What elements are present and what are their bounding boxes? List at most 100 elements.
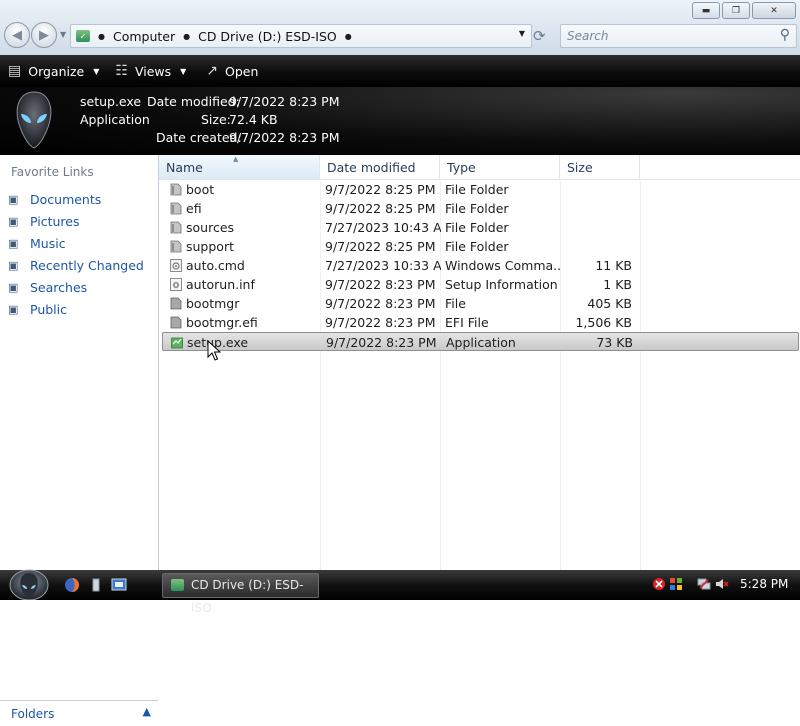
file-type: File Folder bbox=[445, 239, 509, 254]
switch-windows-icon[interactable] bbox=[111, 577, 127, 593]
pictures-icon: ▣ bbox=[8, 215, 19, 228]
file-type: Windows Comma... bbox=[445, 258, 560, 273]
firefox-icon[interactable] bbox=[64, 577, 80, 593]
sidebar-item-searches[interactable]: ▣ Searches bbox=[8, 276, 144, 298]
drive-icon: ✓ bbox=[76, 30, 90, 42]
file-date-modified: 9/7/2022 8:23 PM bbox=[326, 335, 437, 350]
organize-label: Organize bbox=[28, 63, 85, 79]
file-type: File Folder bbox=[445, 182, 509, 197]
search-icon[interactable]: ⚲ bbox=[780, 27, 790, 43]
sidebar-item-label: Documents bbox=[30, 191, 102, 207]
refresh-icon[interactable]: ⟳ bbox=[533, 27, 546, 45]
details-size-value: 72.4 KB bbox=[229, 112, 278, 127]
forward-button[interactable]: ▶ bbox=[31, 22, 57, 48]
file-date-modified: 9/7/2022 8:25 PM bbox=[325, 201, 436, 216]
show-desktop-icon[interactable] bbox=[88, 577, 104, 593]
file-row[interactable]: auto.cmd 7/27/2023 10:33 AM Windows Comma.… bbox=[162, 256, 799, 275]
volume-muted-icon[interactable] bbox=[715, 577, 729, 591]
details-modified-value: 9/7/2022 8:23 PM bbox=[229, 94, 340, 109]
sidebar-item-documents[interactable]: ▣ Documents bbox=[8, 188, 144, 210]
address-bar[interactable]: ✓ ● Computer ● CD Drive (D:) ESD-ISO ● ▼ bbox=[70, 24, 532, 48]
search-box[interactable]: Search ⚲ bbox=[560, 24, 797, 48]
folder-icon bbox=[170, 202, 182, 215]
taskbar-button-cd-drive[interactable]: CD Drive (D:) ESD-ISO bbox=[162, 573, 319, 615]
file-date-modified: 7/27/2023 10:43 AM bbox=[325, 220, 441, 235]
back-button[interactable]: ◀ bbox=[4, 22, 30, 48]
sort-ascending-icon: ▲ bbox=[233, 155, 239, 163]
file-date-modified: 9/7/2022 8:23 PM bbox=[325, 296, 436, 311]
details-file-name: setup.exe bbox=[80, 94, 142, 109]
open-button[interactable]: ↗ Open bbox=[194, 55, 266, 87]
documents-icon: ▣ bbox=[8, 193, 19, 206]
column-header-label: Date modified bbox=[327, 160, 416, 175]
title-bar: ▬ ❐ ✕ ◀ ▶ ▼ ✓ ● Computer ● CD Drive (D:)… bbox=[0, 0, 800, 55]
column-header-type[interactable]: Type bbox=[440, 155, 560, 179]
breadcrumb-computer[interactable]: Computer bbox=[113, 29, 175, 44]
open-icon: ↗ bbox=[206, 63, 219, 79]
sidebar-item-music[interactable]: ▣ Music bbox=[8, 232, 144, 254]
search-placeholder: Search bbox=[567, 29, 609, 43]
address-dropdown-icon[interactable]: ▼ bbox=[519, 29, 525, 38]
file-name: bootmgr.efi bbox=[186, 315, 258, 330]
file-name: boot bbox=[186, 182, 215, 197]
file-date-modified: 9/7/2022 8:23 PM bbox=[325, 277, 436, 292]
sidebar-item-label: Recently Changed bbox=[30, 257, 144, 273]
file-date-modified: 9/7/2022 8:25 PM bbox=[325, 239, 436, 254]
alien-file-icon bbox=[16, 91, 52, 149]
network-icon[interactable] bbox=[697, 577, 711, 591]
minimize-button[interactable]: ▬ bbox=[692, 2, 720, 19]
file-row[interactable]: setup.exe 9/7/2022 8:23 PM Application 73 K… bbox=[162, 332, 799, 351]
column-header-label: Name bbox=[166, 160, 203, 175]
favorite-links-heading: Favorite Links bbox=[11, 165, 94, 179]
file-name: autorun.inf bbox=[186, 277, 255, 292]
column-header-size[interactable]: Size bbox=[560, 155, 640, 179]
maximize-button[interactable]: ❐ bbox=[722, 2, 750, 19]
file-date-modified: 7/27/2023 10:33 AM bbox=[325, 258, 441, 273]
sidebar-item-recently-changed[interactable]: ▣ Recently Changed bbox=[8, 254, 144, 276]
file-size: 11 KB bbox=[595, 258, 632, 273]
file-row[interactable]: sources 7/27/2023 10:43 AM File Folder bbox=[162, 218, 799, 237]
recently-changed-icon: ▣ bbox=[8, 259, 19, 272]
windows-update-icon[interactable] bbox=[669, 577, 683, 591]
file-row[interactable]: efi 9/7/2022 8:25 PM File Folder bbox=[162, 199, 799, 218]
file-size bbox=[565, 218, 632, 237]
close-button[interactable]: ✕ bbox=[752, 2, 796, 19]
drive-icon bbox=[171, 579, 184, 591]
file-size: 73 KB bbox=[596, 335, 633, 350]
folders-toggle[interactable]: Folders ▲ bbox=[0, 700, 158, 726]
details-created-value: 9/7/2022 8:23 PM bbox=[229, 130, 340, 145]
breadcrumb-separator[interactable]: ● bbox=[345, 32, 352, 41]
views-icon: ☷ bbox=[115, 63, 128, 79]
folders-label: Folders bbox=[11, 707, 55, 721]
start-button[interactable] bbox=[8, 568, 50, 600]
sidebar-item-public[interactable]: ▣ Public bbox=[8, 298, 144, 320]
security-alert-icon[interactable] bbox=[652, 577, 666, 591]
sidebar-item-pictures[interactable]: ▣ Pictures bbox=[8, 210, 144, 232]
organize-button[interactable]: ▤ Organize ▼ bbox=[0, 55, 107, 87]
file-icon bbox=[170, 316, 182, 329]
file-row[interactable]: autorun.inf 9/7/2022 8:23 PM Setup Informa… bbox=[162, 275, 799, 294]
breadcrumb-separator[interactable]: ● bbox=[183, 32, 190, 41]
file-name: support bbox=[186, 239, 234, 254]
file-type: File Folder bbox=[445, 220, 509, 235]
column-header-name[interactable]: ▲ Name bbox=[159, 155, 320, 179]
application-icon bbox=[171, 336, 183, 349]
column-header-date-modified[interactable]: Date modified bbox=[320, 155, 440, 179]
file-row[interactable]: support 9/7/2022 8:25 PM File Folder bbox=[162, 237, 799, 256]
sidebar-item-label: Searches bbox=[30, 279, 88, 295]
views-button[interactable]: ☷ Views ▼ bbox=[107, 55, 194, 87]
file-row[interactable]: boot 9/7/2022 8:25 PM File Folder bbox=[162, 180, 799, 199]
file-row[interactable]: bootmgr.efi 9/7/2022 8:23 PM EFI File 1,506… bbox=[162, 313, 799, 332]
breadcrumb-separator[interactable]: ● bbox=[98, 32, 105, 41]
file-name: bootmgr bbox=[186, 296, 240, 311]
forward-arrow-icon: ▶ bbox=[39, 27, 49, 43]
recent-pages-dropdown[interactable]: ▼ bbox=[60, 30, 66, 39]
file-date-modified: 9/7/2022 8:23 PM bbox=[325, 315, 436, 330]
breadcrumb-cd-drive[interactable]: CD Drive (D:) ESD-ISO bbox=[198, 29, 337, 44]
file-icon bbox=[170, 297, 182, 310]
file-list: ▲ Name Date modified Type Size boot 9/7/2… bbox=[159, 155, 800, 570]
clock[interactable]: 5:28 PM bbox=[740, 577, 788, 591]
file-row[interactable]: bootmgr 9/7/2022 8:23 PM File 405 KB bbox=[162, 294, 799, 313]
folder-icon bbox=[170, 221, 182, 234]
file-type: Setup Information bbox=[445, 277, 558, 292]
